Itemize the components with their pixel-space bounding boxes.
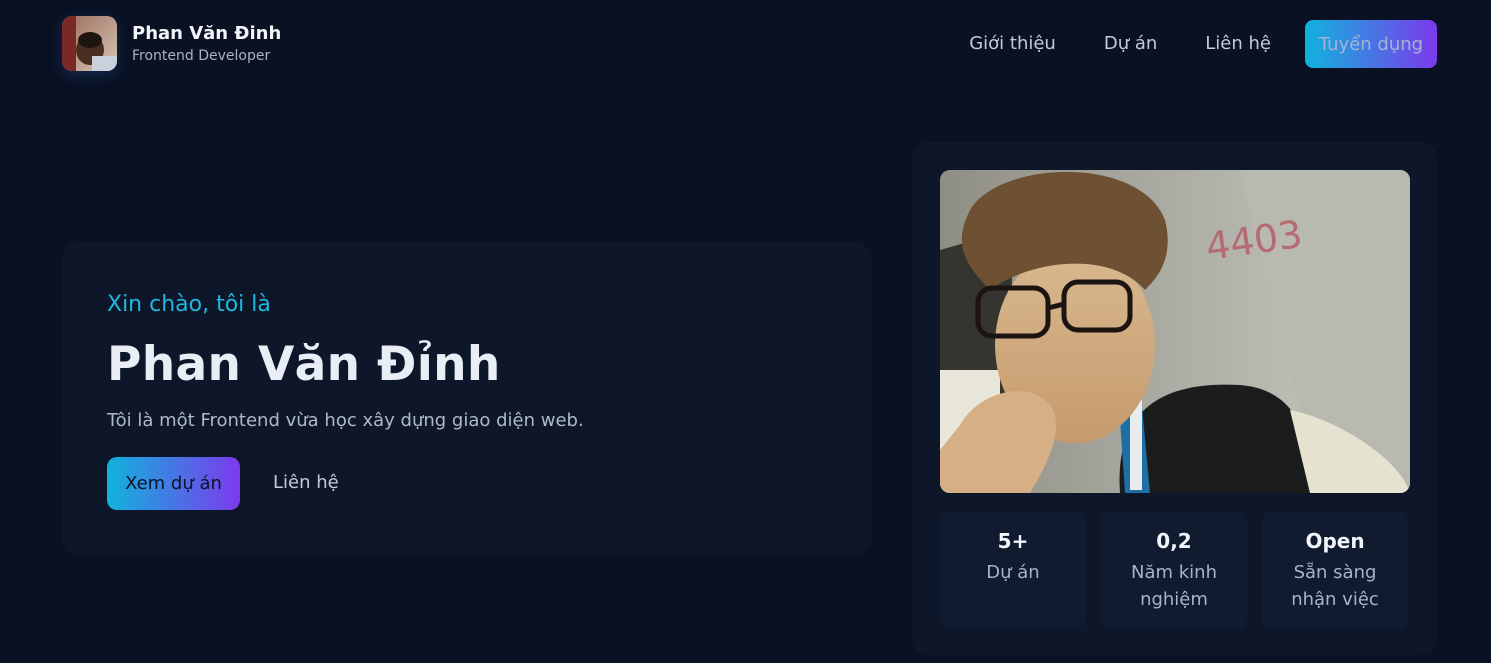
stat-projects: 5+ Dự án (940, 511, 1086, 629)
stat-label: Năm kinh nghiệm (1131, 562, 1217, 610)
nav-link-projects[interactable]: Dự án (1104, 20, 1157, 68)
view-projects-button[interactable]: Xem dự án (107, 457, 240, 510)
hero-description: Tôi là một Frontend vừa học xây dựng gia… (107, 410, 584, 431)
hire-button[interactable]: Tuyển dụng (1305, 20, 1437, 68)
main-nav: Giới thiệu Dự án Liên hệ Tuyển dụng (969, 20, 1437, 68)
profile-photo-image: 4403 (940, 170, 1410, 493)
profile-card: 4403 5+ Dự án 0,2 Năm kinh nghiệm Open S… (912, 142, 1437, 655)
avatar-image (62, 16, 117, 71)
nav-link-contact[interactable]: Liên hệ (1205, 20, 1271, 68)
stat-experience: 0,2 Năm kinh nghiệm (1101, 511, 1247, 629)
stat-label: Sẵn sàng nhận việc (1291, 562, 1379, 610)
brand-role: Frontend Developer (132, 47, 271, 64)
avatar (62, 16, 117, 71)
stat-value: 5+ (997, 529, 1029, 553)
stats-row: 5+ Dự án 0,2 Năm kinh nghiệm Open Sẵn sà… (940, 511, 1408, 629)
site-header: Phan Văn Đinh Frontend Developer Giới th… (0, 0, 1491, 90)
contact-link[interactable]: Liên hệ (273, 472, 339, 493)
stat-availability: Open Sẵn sàng nhận việc (1262, 511, 1408, 629)
stat-value: 0,2 (1156, 529, 1192, 553)
profile-photo: 4403 (940, 170, 1410, 493)
brand[interactable]: Phan Văn Đinh Frontend Developer (62, 16, 281, 71)
hero-card: Xin chào, tôi là Phan Văn Đỉnh Tôi là mộ… (62, 242, 872, 555)
nav-link-about[interactable]: Giới thiệu (969, 20, 1056, 68)
stat-label: Dự án (986, 562, 1040, 583)
hero-greeting: Xin chào, tôi là (107, 292, 271, 317)
stat-value: Open (1305, 529, 1365, 553)
brand-name: Phan Văn Đinh (132, 23, 282, 45)
hero-title: Phan Văn Đỉnh (107, 337, 501, 392)
